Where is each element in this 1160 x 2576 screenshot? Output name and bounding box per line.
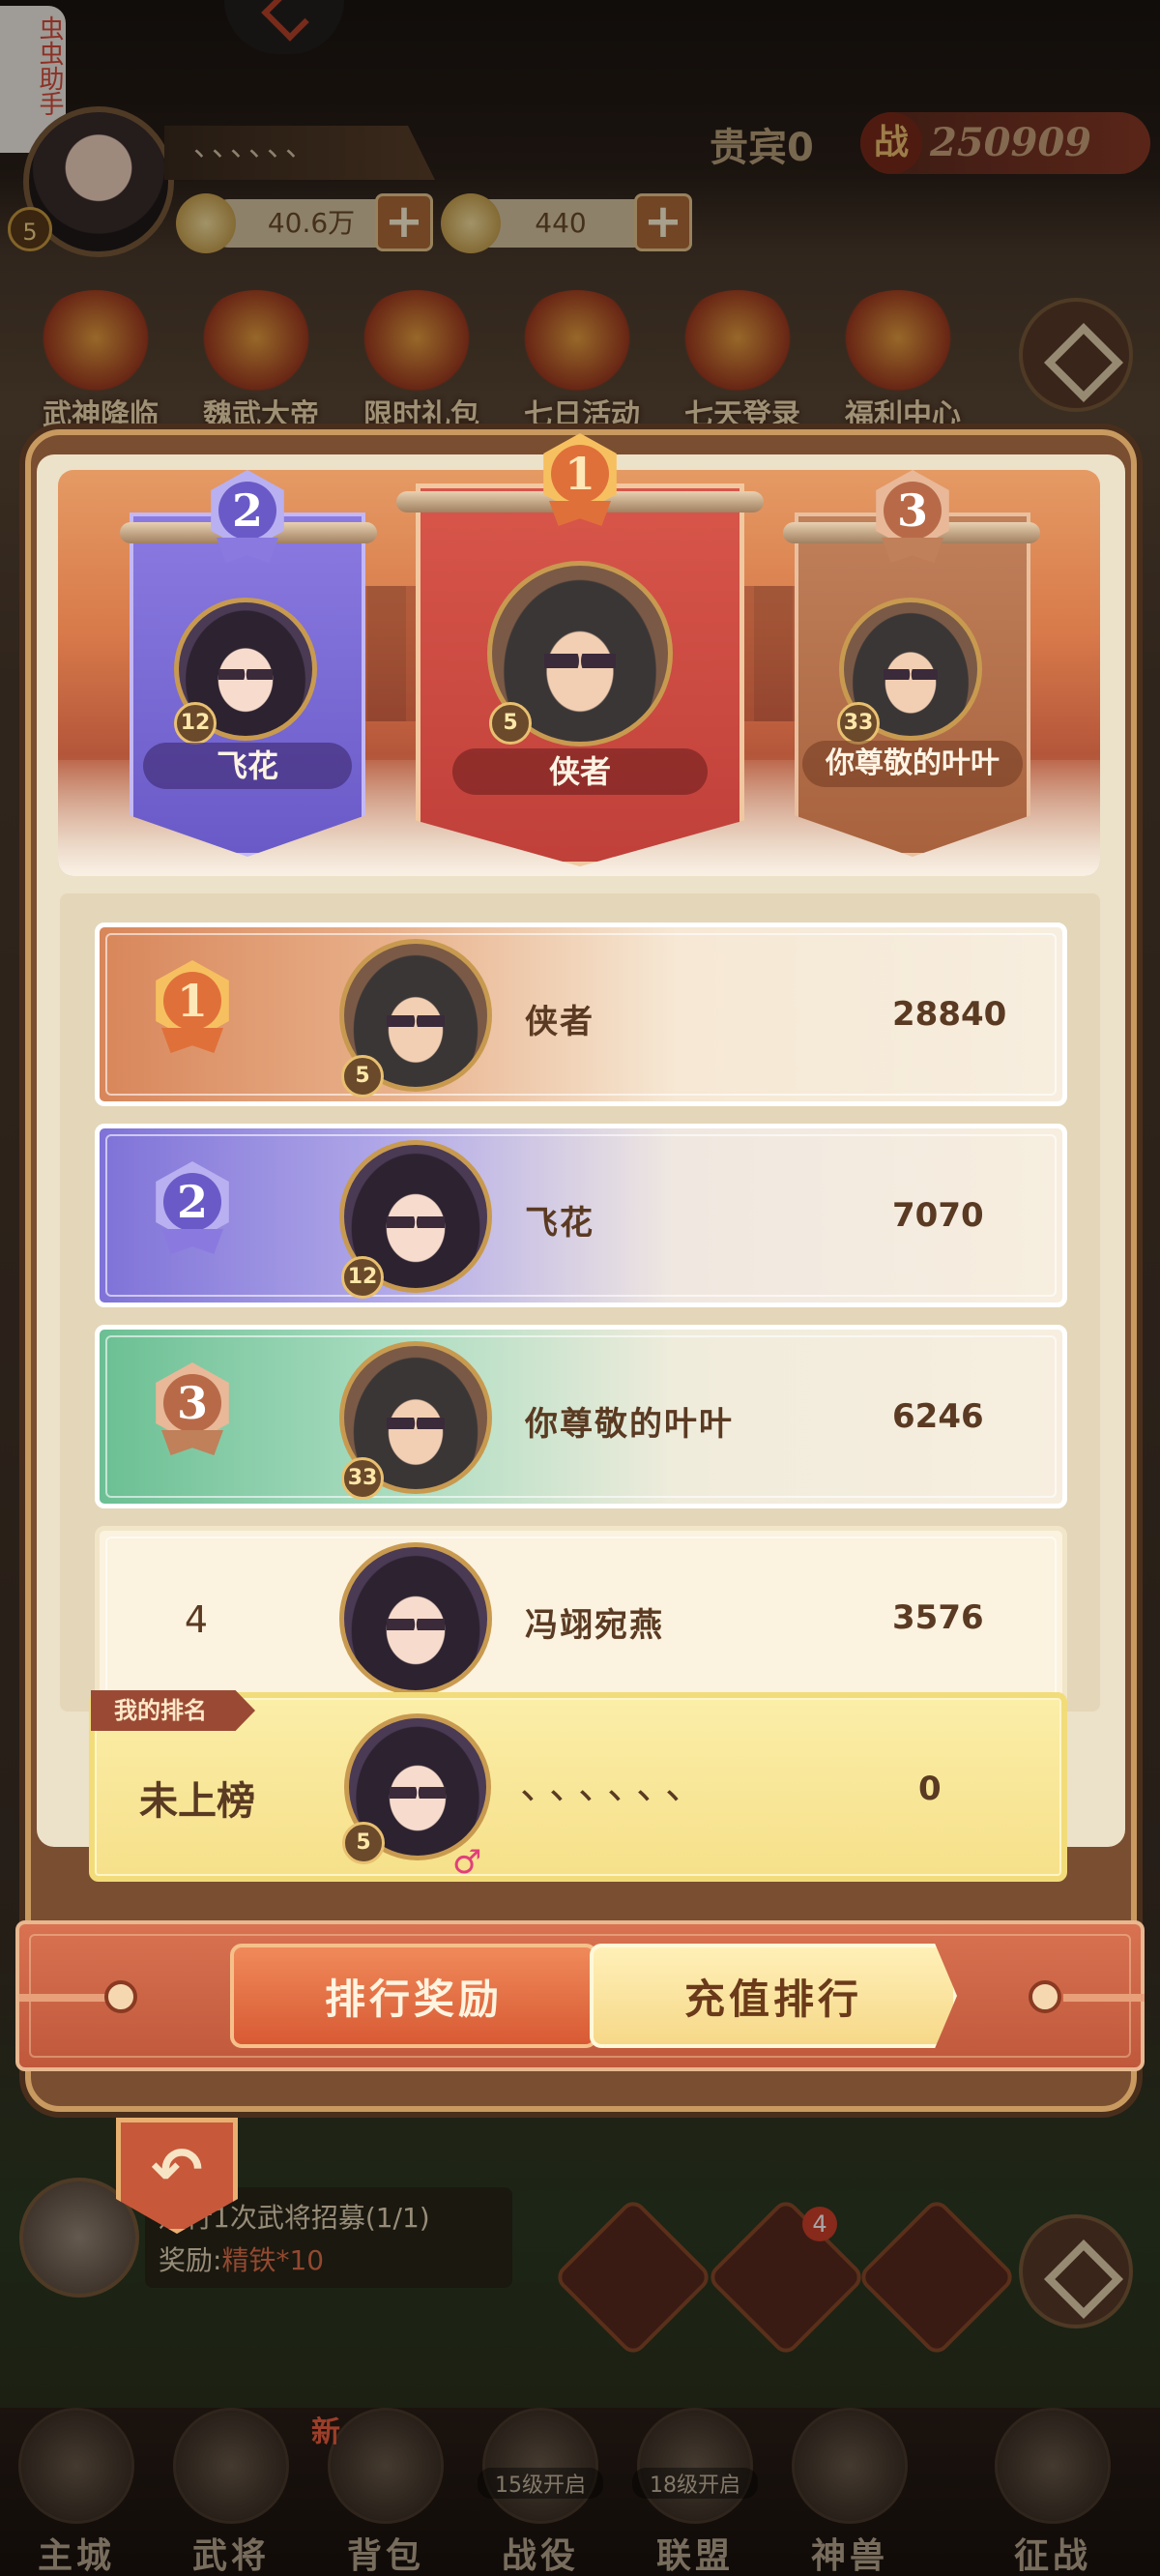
row-rank-number: 4 — [184, 1598, 209, 1641]
my-rank-score: 0 — [918, 1770, 942, 1808]
medal-ribbon — [217, 538, 278, 563]
portrait-ring — [339, 1542, 492, 1695]
podium-3-name: 你尊敬的叶叶 — [802, 741, 1023, 787]
podium-2-name: 飞花 — [143, 743, 352, 789]
tab-bar-line — [1063, 1994, 1145, 2002]
podium-1-name: 侠者 — [452, 748, 708, 795]
tab-bar-line — [19, 1994, 106, 2002]
tab-bar-knob — [104, 1980, 137, 2013]
my-rank-level: 5 — [342, 1822, 385, 1864]
medal-number: 2 — [218, 482, 276, 540]
row-name: 冯翊宛燕 — [525, 1606, 664, 1645]
row-score: 28840 — [892, 995, 1007, 1034]
podium-3-level: 33 — [837, 702, 880, 745]
medal-ribbon — [882, 538, 943, 563]
rank-3-medal-icon: 3 — [864, 470, 961, 563]
ranking-row-4[interactable]: 4 冯翊宛燕 3576 — [95, 1526, 1067, 1710]
medal-number: 2 — [163, 1173, 221, 1231]
medal-number: 1 — [551, 445, 609, 503]
row-name: 侠者 — [525, 1003, 594, 1041]
rank-2-medal-icon: 2 — [144, 1161, 241, 1254]
row-name: 你尊敬的叶叶 — [525, 1405, 734, 1444]
medal-ribbon — [161, 1430, 223, 1455]
medal-number: 3 — [884, 482, 942, 540]
ranking-row-3[interactable]: 3 33 你尊敬的叶叶 6246 — [95, 1325, 1067, 1508]
my-rank-tag: 我的排名 — [91, 1690, 255, 1731]
rank-3-medal-icon: 3 — [144, 1362, 241, 1455]
row-level: 5 — [341, 1055, 384, 1098]
row-score: 6246 — [892, 1397, 984, 1436]
medal-ribbon — [161, 1229, 223, 1254]
row-level: 12 — [341, 1256, 384, 1299]
row-score: 7070 — [892, 1196, 984, 1235]
podium-1-level: 5 — [489, 702, 532, 745]
male-gender-icon: ♂ — [452, 1843, 482, 1882]
row-name: 飞花 — [525, 1204, 594, 1243]
podium-2-level: 12 — [174, 702, 217, 745]
ranking-tab-bar: 排行奖励 充值排行 — [15, 1920, 1145, 2071]
medal-number: 1 — [163, 972, 221, 1030]
ranking-row-2[interactable]: 2 12 飞花 7070 — [95, 1124, 1067, 1307]
my-rank-card: 我的排名 未上榜 5 ♂ 、、、、、、 0 — [89, 1690, 1067, 1882]
my-rank-status: 未上榜 — [139, 1779, 255, 1824]
ranking-list[interactable]: 1 5 侠者 28840 2 12 飞花 7070 3 33 你尊敬的叶叶 62… — [60, 893, 1100, 1712]
my-rank-name: 、、、、、、 — [520, 1764, 713, 1808]
medal-ribbon — [161, 1028, 223, 1053]
tab-recharge-ranking[interactable]: 充值排行 — [590, 1944, 957, 2048]
rank-1-medal-icon: 1 — [532, 433, 628, 526]
ranking-row-1[interactable]: 1 5 侠者 28840 — [95, 922, 1067, 1106]
rank-2-medal-icon: 2 — [199, 470, 296, 563]
rank-1-medal-icon: 1 — [144, 960, 241, 1053]
medal-ribbon — [549, 501, 611, 526]
row-score: 3576 — [892, 1598, 984, 1637]
tab-rank-reward[interactable]: 排行奖励 — [230, 1944, 597, 2048]
medal-number: 3 — [163, 1374, 221, 1432]
tab-bar-knob — [1029, 1980, 1061, 2013]
row-level: 33 — [341, 1457, 384, 1500]
